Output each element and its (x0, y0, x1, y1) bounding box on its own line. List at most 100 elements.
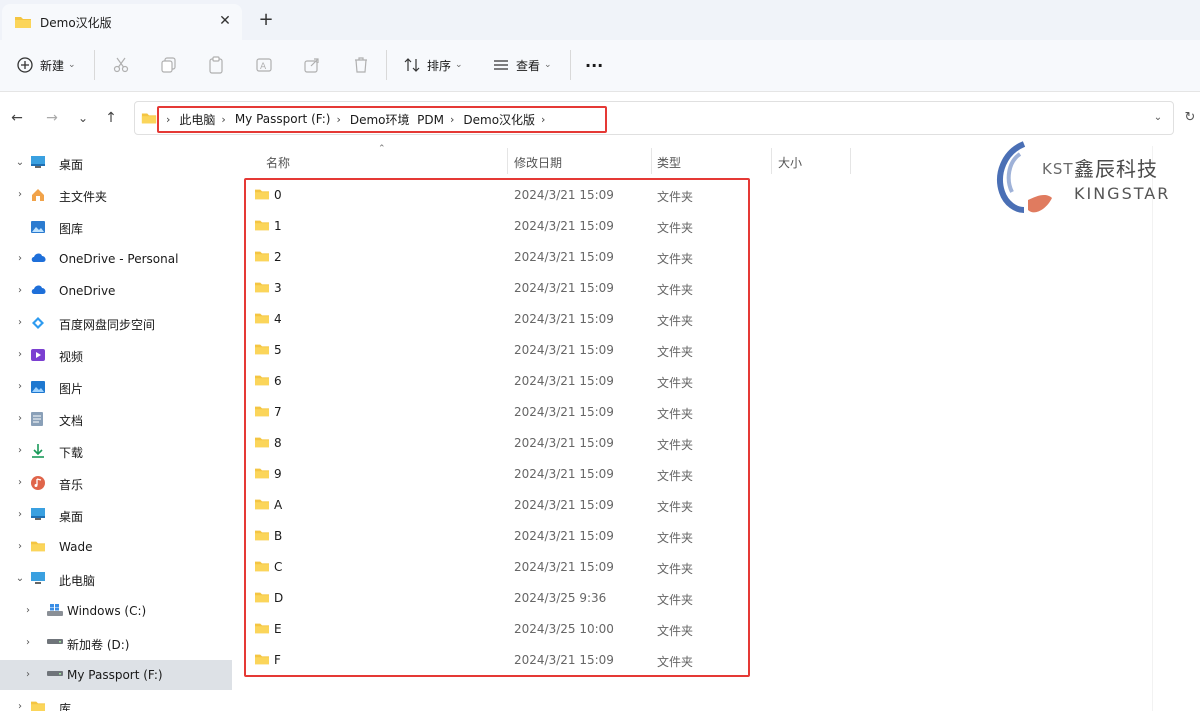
chevron-right-icon[interactable]: › (14, 541, 26, 553)
column-header-size[interactable]: 大小 (778, 154, 802, 171)
sidebar-item-label: 视频 (59, 350, 84, 364)
new-tab-button[interactable]: + (256, 10, 276, 30)
chevron-right-icon[interactable]: › (22, 605, 34, 617)
back-arrow-icon[interactable]: ← (8, 109, 26, 127)
command-bar: 新建 ⌄ A 排序 ⌄ 查看 ⌄ ··· (0, 40, 1200, 92)
logo-kst: KST (1042, 160, 1074, 178)
document-icon (30, 411, 46, 427)
sidebar-item-label: 主文件夹 (59, 190, 108, 204)
sidebar-item[interactable]: › 文档 (0, 404, 232, 434)
svg-text:A: A (260, 62, 267, 72)
chevron-right-icon[interactable]: › (14, 413, 26, 425)
chevron-right-icon[interactable]: › (14, 477, 26, 489)
sidebar-item[interactable]: › 百度网盘同步空间 (0, 308, 232, 338)
chevron-down-icon: ⌄ (455, 60, 463, 70)
sidebar-item[interactable]: › Wade (0, 532, 232, 562)
toolbar-divider (386, 50, 387, 80)
sidebar-item-label: OneDrive (59, 284, 116, 298)
sidebar-item[interactable]: ⌄ 桌面 (0, 148, 232, 178)
sidebar-item[interactable]: › 音乐 (0, 468, 232, 498)
delete-button[interactable] (352, 52, 370, 78)
sidebar-item[interactable]: › 图片 (0, 372, 232, 402)
windows-drive-icon (46, 603, 63, 619)
sidebar-item-label: 图库 (59, 222, 84, 236)
copy-button[interactable] (160, 52, 178, 78)
share-icon (303, 56, 321, 74)
logo-chinese-name: 鑫辰科技 (1074, 157, 1158, 181)
more-options-button[interactable]: ··· (585, 52, 603, 78)
column-header-name[interactable]: 名称 (266, 154, 290, 171)
chevron-down-icon[interactable]: ⌄ (1150, 110, 1166, 126)
folder-icon (141, 110, 157, 129)
trash-icon (352, 56, 370, 74)
drive-icon (46, 667, 63, 683)
music-icon (30, 475, 46, 491)
refresh-icon[interactable]: ↻ (1182, 110, 1198, 126)
column-divider[interactable] (771, 148, 772, 174)
chevron-right-icon[interactable]: › (14, 701, 26, 711)
tab-demo[interactable]: Demo汉化版 ✕ (2, 4, 242, 40)
toolbar-divider (570, 50, 571, 80)
sidebar-item[interactable]: › OneDrive - Personal (0, 244, 232, 274)
sidebar-item[interactable]: › 桌面 (0, 500, 232, 530)
share-button[interactable] (303, 52, 321, 78)
sidebar-item[interactable]: › Windows (C:) (0, 596, 232, 626)
clipboard-icon (207, 56, 225, 74)
scrollbar[interactable] (1152, 146, 1153, 711)
kingstar-logo: KST 鑫辰科技 KINGSTAR (994, 140, 1174, 220)
plus-circle-icon (16, 56, 34, 74)
chevron-right-icon[interactable]: › (14, 381, 26, 393)
new-button[interactable]: 新建 ⌄ (16, 52, 76, 78)
column-divider[interactable] (651, 148, 652, 174)
view-button[interactable]: 查看 ⌄ (492, 52, 552, 78)
sort-button[interactable]: 排序 ⌄ (403, 52, 463, 78)
address-highlight-box (157, 106, 607, 133)
up-arrow-icon[interactable]: ↑ (102, 109, 120, 127)
chevron-right-icon[interactable]: › (22, 637, 34, 649)
chevron-down-icon[interactable]: ⌄ (14, 573, 26, 585)
recent-locations-icon[interactable]: ⌄ (74, 109, 92, 127)
chevron-right-icon[interactable]: › (14, 285, 26, 297)
sidebar-item[interactable]: › 新加卷 (D:) (0, 628, 232, 658)
chevron-right-icon[interactable]: › (14, 253, 26, 265)
view-icon (492, 56, 510, 74)
sidebar-item[interactable]: › My Passport (F:) (0, 660, 232, 690)
sidebar-item[interactable]: 图库 (0, 212, 232, 242)
column-header-modified[interactable]: 修改日期 (514, 154, 562, 171)
forward-arrow-icon[interactable]: → (43, 109, 61, 127)
sidebar-item[interactable]: › 库 (0, 692, 232, 711)
sidebar-item[interactable]: › 视频 (0, 340, 232, 370)
column-divider[interactable] (850, 148, 851, 174)
sidebar-item-label: 此电脑 (59, 574, 96, 588)
sidebar-item-label: 库 (59, 702, 72, 711)
sidebar-item-label: 文档 (59, 414, 84, 428)
sidebar-item[interactable]: › OneDrive (0, 276, 232, 306)
sidebar-item-label: 桌面 (59, 510, 84, 524)
sidebar-item-label: Wade (59, 540, 93, 554)
sidebar-item[interactable]: › 下载 (0, 436, 232, 466)
chevron-right-icon[interactable]: › (22, 669, 34, 681)
sidebar-item[interactable]: ⌄ 此电脑 (0, 564, 232, 594)
copy-icon (160, 56, 178, 74)
chevron-down-icon[interactable]: ⌄ (14, 157, 26, 169)
chevron-right-icon[interactable]: › (14, 509, 26, 521)
tab-title: Demo汉化版 (40, 16, 112, 30)
cut-button[interactable] (112, 52, 130, 78)
sidebar-item-label: Windows (C:) (67, 604, 147, 618)
sidebar-item-label: 图片 (59, 382, 84, 396)
chevron-right-icon[interactable]: › (14, 189, 26, 201)
paste-button[interactable] (207, 52, 225, 78)
view-label: 查看 (516, 58, 541, 73)
close-icon[interactable]: ✕ (216, 12, 234, 30)
sidebar-item[interactable]: › 主文件夹 (0, 180, 232, 210)
computer-icon (30, 571, 46, 587)
column-divider[interactable] (507, 148, 508, 174)
chevron-right-icon[interactable]: › (14, 349, 26, 361)
sort-label: 排序 (427, 58, 452, 73)
rename-button[interactable]: A (255, 52, 273, 78)
chevron-right-icon[interactable]: › (14, 317, 26, 329)
column-header-type[interactable]: 类型 (657, 154, 681, 171)
toolbar-divider (94, 50, 95, 80)
download-icon (30, 443, 46, 459)
chevron-right-icon[interactable]: › (14, 445, 26, 457)
